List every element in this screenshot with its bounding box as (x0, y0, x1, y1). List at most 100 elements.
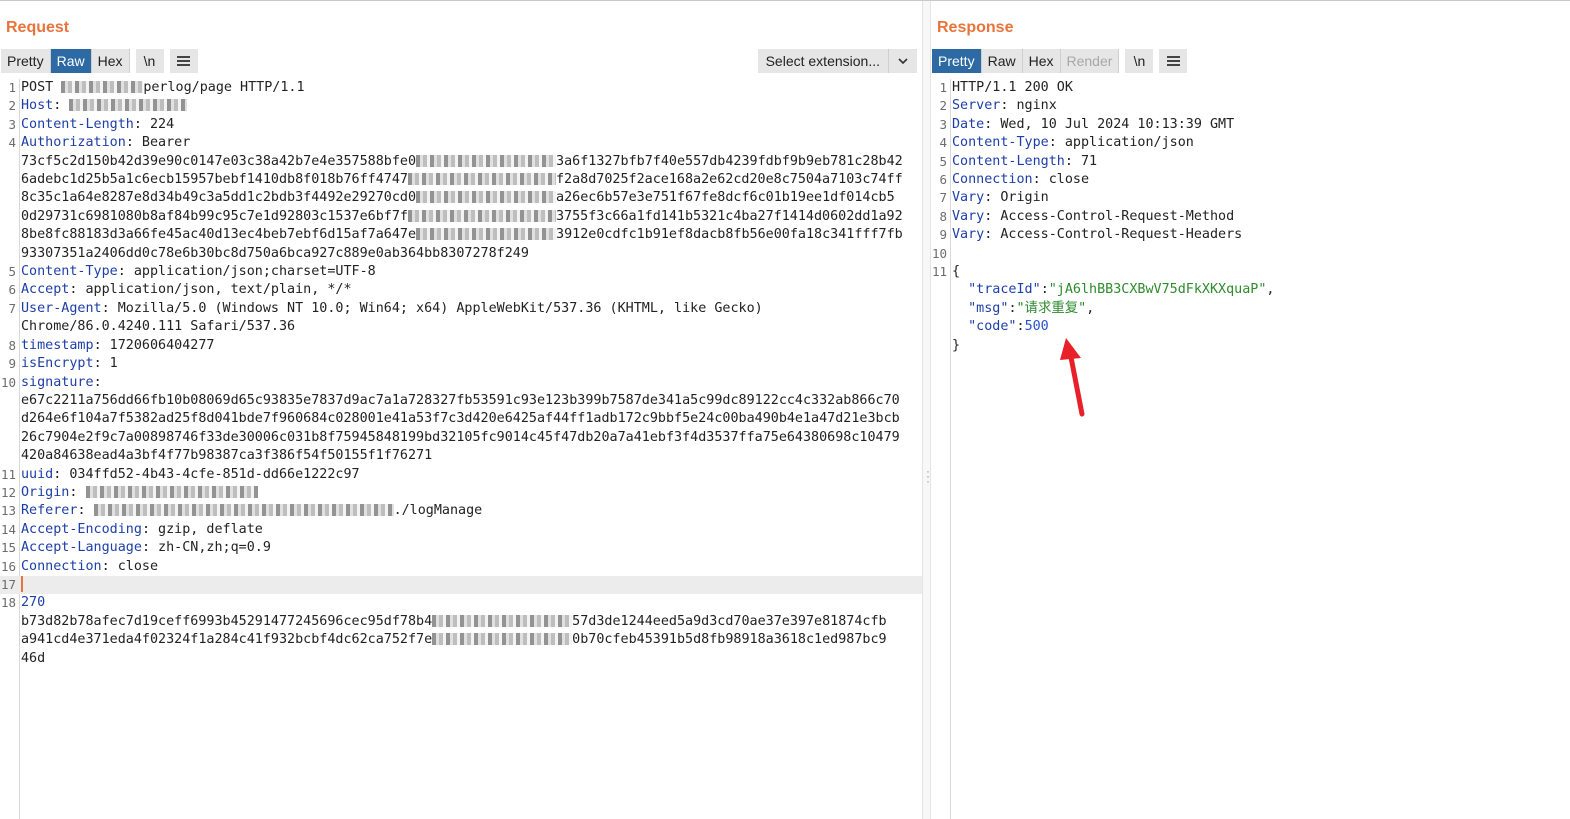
line-number: 17 (0, 576, 16, 592)
header-name: timestamp (21, 337, 94, 353)
response-line: "msg":"请求重复", (931, 300, 1570, 318)
request-tab-hex[interactable]: Hex (91, 49, 130, 73)
header-name: Date (952, 116, 985, 132)
line-number (0, 318, 20, 336)
request-line: 3 Content-Length: 224 (0, 116, 922, 134)
line-number: 11 (0, 466, 16, 482)
request-menu-button[interactable] (169, 49, 198, 73)
line-content: Accept-Language: zh-CN,zh;q=0.9 (20, 539, 922, 557)
text-segment: HTTP/1.1 200 OK (952, 80, 1073, 95)
text-segment: : Mozilla/5.0 (Windows NT 10.0; Win64; x… (101, 300, 763, 316)
text-segment: a941cd4e371eda4f02324f1a284c41f932bcbf4d… (21, 632, 433, 648)
response-editor[interactable]: 1 HTTP/1.1 200 OK 2 Server: nginx 3 Date: Wed… (931, 79, 1570, 819)
request-editor[interactable]: 1 POST perlog/page HTTP/1.1 2 Host: 3 Conten… (0, 79, 922, 819)
line-number: 3 (8, 116, 16, 132)
request-tab-pretty[interactable]: Pretty (1, 49, 51, 73)
text-segment: : 1 (93, 356, 118, 372)
response-tab-pretty[interactable]: Pretty (932, 49, 982, 73)
header-name: Connection (952, 172, 1033, 188)
line-number: 2 (8, 98, 16, 114)
line-content: "code":500 (951, 318, 1570, 336)
request-line: 8 timestamp: 1720606404277 (0, 337, 922, 355)
line-content: signature: (20, 374, 922, 392)
request-line: 73cf5c2d150b42d39e90c0147e03c38a42b7e4e3… (0, 153, 922, 171)
response-line: "code":500 (931, 318, 1570, 336)
request-line: 8c35c1a64e8287e8d34b49c3a5dd1c2bdb3f4492… (0, 189, 922, 207)
line-number: 11 (931, 264, 947, 280)
line-number: 13 (0, 503, 16, 519)
request-line: d264e6f104a7f5382ad25f8d041bde7f960684c0… (0, 410, 922, 428)
request-pane: Request Pretty Raw Hex \n Select extension.… (0, 1, 922, 819)
response-tab-hex[interactable]: Hex (1022, 49, 1061, 73)
line-content: } (951, 337, 1570, 355)
request-line: 0d29731c6981080b8af84b99c95c7e1d92803c15… (0, 208, 922, 226)
chevron-down-icon (888, 49, 917, 73)
request-line: Chrome/86.0.4240.111 Safari/537.36 (0, 318, 922, 336)
text-segment: : (69, 484, 86, 500)
text-segment: 0b70cfeb45391b5d8fb98918a3618c1ed987bc9 (572, 632, 887, 648)
line-content: POST perlog/page HTTP/1.1 (20, 79, 922, 97)
line-number: 3 (939, 116, 947, 132)
response-menu-button[interactable] (1159, 49, 1188, 73)
line-content: d264e6f104a7f5382ad25f8d041bde7f960684c0… (20, 410, 922, 428)
request-line: 6 Accept: application/json, text/plain, *… (0, 281, 922, 299)
line-number: 7 (939, 190, 947, 206)
line-content: 46d (20, 650, 922, 668)
line-content: User-Agent: Mozilla/5.0 (Windows NT 10.0… (20, 300, 922, 318)
text-segment: : close (1032, 172, 1090, 188)
line-number (0, 208, 20, 226)
request-line: 6adebc1d25b5a1c6ecb15957bebf1410db8f018b… (0, 171, 922, 189)
line-number (931, 318, 951, 336)
redacted-pixelation (416, 154, 557, 167)
line-content: Host: (20, 97, 922, 115)
pane-splitter[interactable]: · · · (922, 1, 931, 819)
header-name: Origin (21, 484, 70, 500)
request-tab-raw[interactable]: Raw (50, 49, 92, 73)
header-name: Connection (21, 558, 102, 574)
line-content: Content-Type: application/json (951, 134, 1570, 152)
text-segment: 57d3de1244eed5a9d3cd70ae37e397e81874cfb (572, 613, 887, 629)
line-content: b73d82b78afec7d19ceff6993b45291477245696… (20, 613, 922, 631)
line-content: Chrome/86.0.4240.111 Safari/537.36 (20, 318, 922, 336)
line-content: 73cf5c2d150b42d39e90c0147e03c38a42b7e4e3… (20, 153, 922, 171)
request-line: 11 uuid: 034ffd52-4b43-4cfe-851d-dd66e122… (0, 466, 922, 484)
text-segment: a26ec6b57e3e751f67fe8dcf6c01b19ee1df014c… (556, 190, 895, 206)
line-content: 270 (20, 594, 922, 612)
select-extension-dropdown[interactable]: Select extension... (757, 49, 917, 73)
text-segment: : nginx (1000, 98, 1057, 114)
line-content: Date: Wed, 10 Jul 2024 10:13:39 GMT (951, 116, 1570, 134)
text-segment: e67c2211a756dd66fb10b08069d65c93835e7837… (21, 392, 900, 408)
header-name: Server (952, 98, 1001, 114)
request-line: 420a84638ead4a3bf4f77b98387ca3f386f54f50… (0, 447, 922, 465)
header-name: Content-Type (21, 264, 118, 280)
text-segment: : (93, 374, 102, 390)
request-line: 26c7904e2f9c7a00898746f33de30006c031b8f7… (0, 429, 922, 447)
text-segment: 6adebc1d25b5a1c6ecb15957bebf1410db8f018b… (21, 172, 408, 188)
response-newline-toggle-button[interactable]: \n (1125, 49, 1154, 73)
text-segment: 420a84638ead4a3bf4f77b98387ca3f386f54f50… (21, 448, 433, 464)
response-pane: Response Pretty Raw Hex Render \n 1 HTTP/1.1 … (931, 1, 1570, 819)
header-name: Accept-Encoding (21, 521, 142, 537)
text-segment: perlog/page HTTP/1.1 (143, 80, 305, 95)
line-content: Origin: (20, 484, 922, 502)
text-segment: : (77, 503, 94, 519)
request-toolbar: Pretty Raw Hex \n Select extension... (1, 49, 922, 73)
text-segment: : Wed, 10 Jul 2024 10:13:39 GMT (984, 116, 1235, 132)
text-segment: : (53, 98, 70, 114)
line-number (0, 171, 20, 189)
line-content: Vary: Origin (951, 189, 1570, 207)
text-segment: : 71 (1064, 153, 1098, 169)
line-content: Accept: application/json, text/plain, */… (20, 281, 922, 299)
hamburger-icon (1166, 56, 1180, 67)
request-newline-toggle-button[interactable]: \n (135, 49, 164, 73)
line-number (0, 429, 20, 447)
response-tab-raw[interactable]: Raw (981, 49, 1023, 73)
text-segment: : application/json (1048, 135, 1194, 151)
text-segment: : (1016, 319, 1025, 335)
json-key: "code" (968, 319, 1017, 335)
text-segment: : Bearer (125, 135, 191, 151)
line-number (0, 392, 20, 410)
text-segment: Chrome/86.0.4240.111 Safari/537.36 (21, 319, 296, 335)
text-segment: f2a8d7025f2ace168a2e62cd20e8c7504a7103c7… (555, 172, 903, 188)
line-number: 10 (0, 374, 16, 390)
